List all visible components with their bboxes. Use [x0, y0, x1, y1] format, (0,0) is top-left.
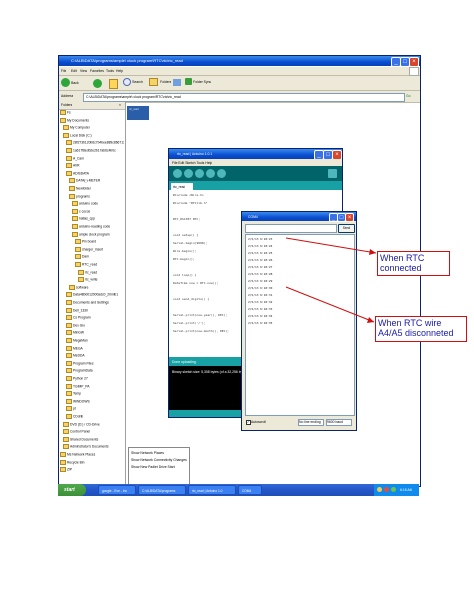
- task-arduino[interactable]: rtc_read | Arduino 1.0: [188, 485, 236, 495]
- tray-icon-2[interactable]: [384, 487, 389, 492]
- task-com4[interactable]: COM4: [238, 485, 262, 495]
- arrow-connected: [285, 237, 377, 254]
- arrow-disconnected: [285, 286, 375, 323]
- start-button[interactable]: start: [58, 484, 86, 496]
- task-google[interactable]: google - Eve - Inc: [98, 485, 136, 495]
- task-explorer[interactable]: C:\ALB\DATA\programs: [138, 485, 186, 495]
- ctx-item-padlet[interactable]: Show New Padlet Drive Start: [131, 465, 175, 469]
- callout-connected: When RTC connected: [377, 251, 450, 276]
- clock: 6:18 AM: [400, 488, 413, 492]
- arrowhead-connected: [369, 249, 376, 255]
- ctx-item-show-network[interactable]: Show Network Places: [131, 451, 164, 455]
- ctx-item-connectivity[interactable]: Show Network Connectivity Changes: [131, 458, 187, 462]
- callout-disconnected: When RTC wire A4/A5 disconneted: [375, 316, 467, 342]
- tray-icon-1[interactable]: [377, 487, 382, 492]
- context-menu: Show Network Places Show Network Connect…: [128, 447, 190, 485]
- annotation-arrows: [285, 237, 377, 323]
- tray-icon-3[interactable]: [391, 487, 396, 492]
- taskbar: start google - Eve - Inc C:\ALB\DATA\pro…: [58, 484, 419, 496]
- system-tray: 6:18 AM: [374, 484, 419, 496]
- arrowhead-disconnected: [367, 317, 374, 323]
